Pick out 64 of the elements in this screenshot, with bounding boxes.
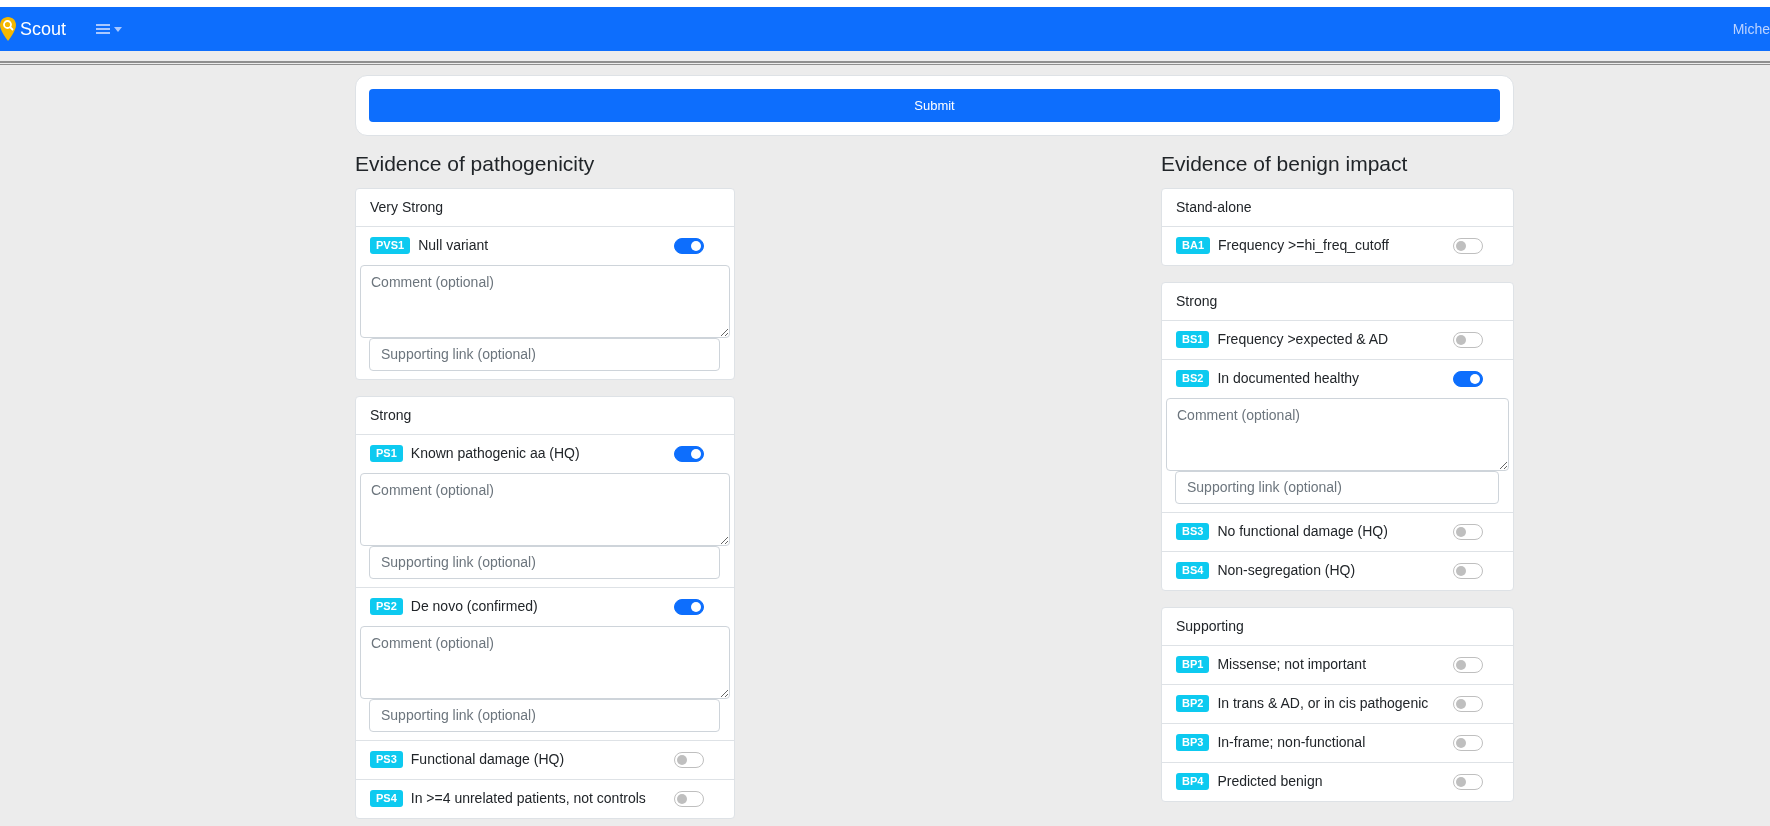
comment-field[interactable]: Comment (optional) bbox=[360, 264, 730, 338]
menu-icon bbox=[96, 23, 111, 35]
supporting-link-field[interactable]: Supporting link (optional) bbox=[369, 698, 720, 732]
criterion-label: Non-segregation (HQ) bbox=[1217, 561, 1356, 580]
supporting-link-field[interactable]: Supporting link (optional) bbox=[369, 545, 720, 579]
criterion-code: PS4 bbox=[370, 790, 403, 807]
criterion-code: BP4 bbox=[1176, 773, 1210, 790]
comment-field[interactable]: Comment (optional) bbox=[1166, 397, 1509, 471]
section-heading: Evidence of pathogenicity bbox=[355, 151, 596, 177]
card-header: Strong bbox=[1175, 291, 1219, 311]
criterion-label: In trans & AD, or in cis pathogenic bbox=[1217, 694, 1429, 713]
criterion-label: Known pathogenic aa (HQ) bbox=[410, 444, 580, 463]
toggle-switch[interactable] bbox=[674, 751, 704, 768]
toggle-switch[interactable] bbox=[674, 598, 704, 615]
criterion-code: PS3 bbox=[370, 751, 403, 768]
criterion-code: PS1 bbox=[370, 445, 403, 462]
criterion-label: De novo (confirmed) bbox=[410, 597, 538, 616]
criterion-label: In-frame; non-functional bbox=[1217, 733, 1366, 752]
brand-name[interactable]: Scout bbox=[20, 15, 67, 43]
card-header: Supporting bbox=[1175, 616, 1245, 636]
comment-field[interactable]: Comment (optional) bbox=[360, 625, 730, 699]
criterion-code: BS3 bbox=[1176, 523, 1210, 540]
toggle-switch[interactable] bbox=[1453, 695, 1483, 712]
menu-dropdown[interactable] bbox=[96, 23, 123, 35]
card-header: Stand-alone bbox=[1175, 197, 1253, 217]
criterion-code: BS4 bbox=[1176, 562, 1210, 579]
criterion-code: BP2 bbox=[1176, 695, 1210, 712]
caret-icon bbox=[114, 26, 123, 32]
section-heading: Evidence of benign impact bbox=[1161, 151, 1409, 177]
criterion-code: BP1 bbox=[1176, 656, 1210, 673]
toggle-switch[interactable] bbox=[1453, 656, 1483, 673]
toggle-switch[interactable] bbox=[1453, 734, 1483, 751]
toggle-switch[interactable] bbox=[674, 790, 704, 807]
criterion-code: BS2 bbox=[1176, 370, 1210, 387]
card-header: Very Strong bbox=[369, 197, 445, 217]
criterion-code: BA1 bbox=[1176, 237, 1210, 254]
toggle-switch[interactable] bbox=[1453, 773, 1483, 790]
criterion-label: Predicted benign bbox=[1217, 772, 1323, 791]
toggle-switch[interactable] bbox=[674, 237, 704, 254]
criterion-code: BS1 bbox=[1176, 331, 1210, 348]
criterion-code: PVS1 bbox=[370, 237, 411, 254]
submit-button[interactable]: Submit bbox=[369, 89, 1500, 122]
card-header: Strong bbox=[369, 405, 413, 425]
criterion-label: In >=4 unrelated patients, not controls bbox=[410, 789, 646, 808]
toggle-switch[interactable] bbox=[674, 445, 704, 462]
criterion-label: Null variant bbox=[418, 236, 489, 255]
criterion-label: Frequency >=hi_freq_cutoff bbox=[1218, 236, 1389, 255]
comment-field[interactable]: Comment (optional) bbox=[360, 472, 730, 546]
user-name[interactable]: Miche bbox=[1732, 18, 1770, 40]
toggle-switch[interactable] bbox=[1453, 331, 1483, 348]
criterion-code: BP3 bbox=[1176, 734, 1210, 751]
criterion-code: PS2 bbox=[370, 598, 403, 615]
criterion-label: In documented healthy bbox=[1217, 369, 1360, 388]
criterion-label: Missense; not important bbox=[1217, 655, 1367, 674]
criterion-label: No functional damage (HQ) bbox=[1217, 522, 1388, 541]
supporting-link-field[interactable]: Supporting link (optional) bbox=[1175, 470, 1499, 504]
map-pin-icon bbox=[0, 17, 16, 41]
criterion-label: Frequency >expected & AD bbox=[1217, 330, 1389, 349]
criterion-label: Functional damage (HQ) bbox=[410, 750, 565, 769]
toggle-switch[interactable] bbox=[1453, 523, 1483, 540]
supporting-link-field[interactable]: Supporting link (optional) bbox=[369, 337, 720, 371]
toggle-switch[interactable] bbox=[1453, 370, 1483, 387]
toggle-switch[interactable] bbox=[1453, 562, 1483, 579]
toggle-switch[interactable] bbox=[1453, 237, 1483, 254]
